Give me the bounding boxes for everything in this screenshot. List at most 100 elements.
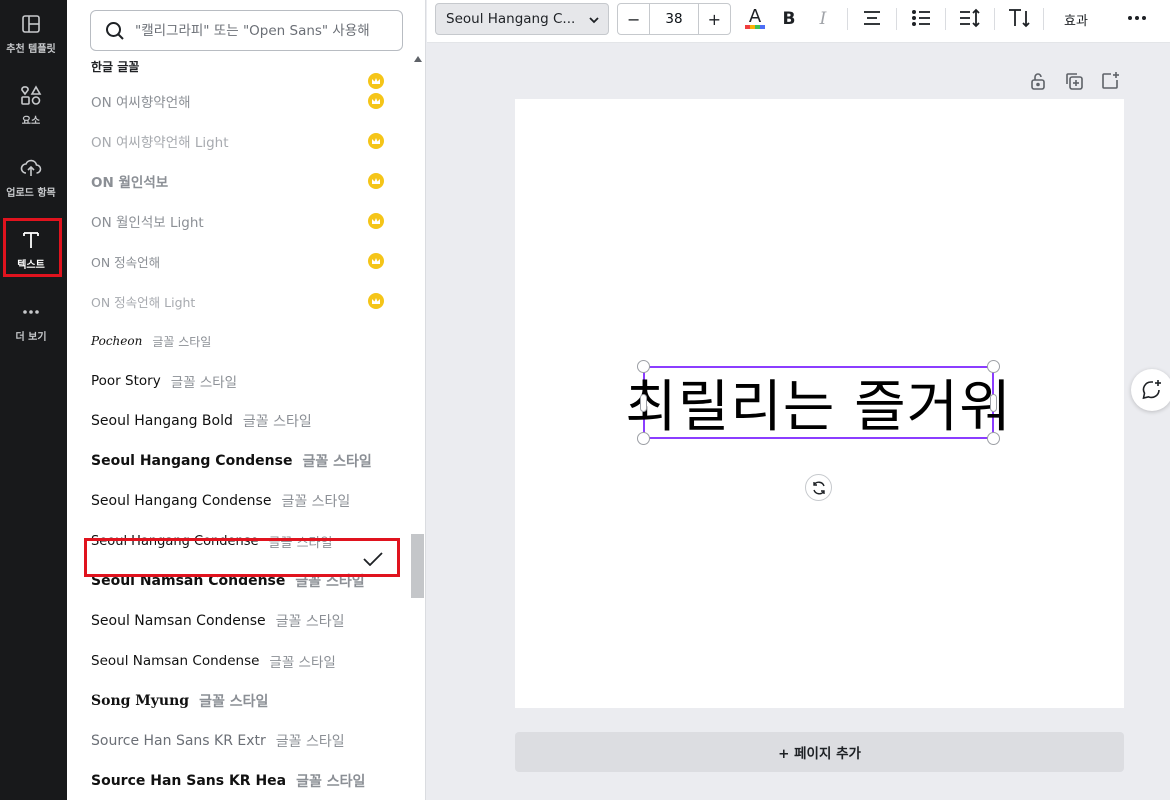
font-item-style-preview: 글꼴 스타일 xyxy=(170,375,238,391)
font-item[interactable]: Source Han Sans KR Hea 글꼴 스타일 xyxy=(91,762,391,800)
align-center-button[interactable] xyxy=(860,6,884,30)
crown-icon xyxy=(368,73,384,89)
bold-icon: B xyxy=(783,9,796,28)
toolbar-divider xyxy=(896,8,897,30)
spacing-button[interactable] xyxy=(958,6,982,30)
effects-button[interactable]: 효과 xyxy=(1064,10,1088,29)
comment-add-icon xyxy=(1142,380,1161,400)
text-color-icon: A xyxy=(745,6,765,29)
rail-item-label: 업로드 항목 xyxy=(6,188,56,199)
duplicate-page-icon[interactable] xyxy=(1064,71,1084,91)
font-item-name: ON 정속언해 Light xyxy=(91,294,196,310)
toolbar-divider xyxy=(945,8,946,30)
font-item-name: Seoul Hangang Condense xyxy=(91,493,272,509)
font-item[interactable]: ON 여씨향약언해 Light xyxy=(91,122,391,160)
font-item[interactable]: ON 정속언해 xyxy=(91,242,391,280)
resize-handle-top-right[interactable] xyxy=(987,360,1000,373)
rail-item-label: 요소 xyxy=(21,116,41,127)
font-item-name: Song Myung xyxy=(91,693,190,709)
font-item-name: Poor Story xyxy=(91,373,161,389)
font-item-name: ON 여씨향약언해 Light xyxy=(91,135,229,151)
font-item-style-preview: 글꼴 스타일 xyxy=(275,614,345,630)
search-icon xyxy=(106,21,124,40)
svg-text:A: A xyxy=(749,6,762,27)
font-item-name: ON 여씨향약언해 xyxy=(91,95,191,111)
resize-handle-right[interactable] xyxy=(990,394,997,412)
rail-item-label: 추천 템플릿 xyxy=(6,44,56,55)
font-item[interactable]: Seoul Namsan Condense 글꼴 스타일 xyxy=(91,642,391,680)
font-size-increase-button[interactable]: + xyxy=(699,4,730,34)
editor-toolbar: Seoul Hangang C... − 38 + A B I 효과 xyxy=(427,0,1170,43)
design-page[interactable]: 최릴리는 즐거워 xyxy=(515,99,1124,708)
bold-button[interactable]: B xyxy=(777,6,801,30)
lock-icon[interactable] xyxy=(1028,71,1048,91)
upload-icon xyxy=(19,156,43,180)
font-item[interactable]: ON 월인석보 Light xyxy=(91,202,391,240)
chevron-down-icon xyxy=(589,17,599,24)
font-size-decrease-button[interactable]: − xyxy=(618,4,649,34)
font-item-name: ON 정속언해 xyxy=(91,254,161,270)
rail-item-uploads[interactable]: 업로드 항목 xyxy=(0,148,62,210)
resize-handle-bottom-right[interactable] xyxy=(987,432,1000,445)
rail-item-templates[interactable]: 추천 템플릿 xyxy=(0,4,62,66)
font-list-scrollbar[interactable] xyxy=(410,52,425,800)
font-item-style-preview: 글꼴 스타일 xyxy=(302,454,372,470)
font-search-box[interactable] xyxy=(90,10,403,51)
add-comment-button[interactable] xyxy=(1131,369,1170,411)
font-list: ON 여씨향약언해 ON 여씨향약언해 Light ON 월인석보 ON 월인석보 L… xyxy=(67,0,410,800)
rail-item-more[interactable]: 더 보기 xyxy=(0,292,62,354)
font-item-name: Seoul Namsan Condense xyxy=(91,653,260,669)
rotate-handle[interactable] xyxy=(805,474,832,501)
font-item-style-preview: 글꼴 스타일 xyxy=(296,774,366,790)
font-size-value[interactable]: 38 xyxy=(649,4,699,34)
font-item[interactable]: Seoul Hangang Condense 글꼴 스타일 xyxy=(91,442,391,480)
selected-font-highlight xyxy=(84,538,400,577)
font-item[interactable]: ON 여씨향약언해 xyxy=(91,82,391,120)
text-resize-icon xyxy=(1009,9,1030,28)
add-page-icon[interactable] xyxy=(1100,71,1120,91)
font-item[interactable]: ON 정속언해 Light xyxy=(91,282,391,320)
rail-item-elements[interactable]: 요소 xyxy=(0,76,62,138)
resize-handle-left[interactable] xyxy=(640,394,647,412)
canvas-area: 최릴리는 즐거워 + 페이지 추가 xyxy=(427,43,1170,800)
font-item-name: ON 월인석보 xyxy=(91,175,169,191)
resize-handle-top-left[interactable] xyxy=(637,360,650,373)
canvas-text[interactable]: 최릴리는 즐거워 xyxy=(625,368,1010,440)
template-icon xyxy=(19,12,43,36)
font-search-input[interactable] xyxy=(135,22,395,39)
text-size-direction-button[interactable] xyxy=(1007,6,1031,30)
font-item[interactable]: Seoul Hangang Bold 글꼴 스타일 xyxy=(91,402,391,440)
font-item[interactable]: Source Han Sans KR Extr 글꼴 스타일 xyxy=(91,722,391,760)
add-page-button[interactable]: + 페이지 추가 xyxy=(515,732,1124,772)
italic-button[interactable]: I xyxy=(811,6,835,30)
bullet-list-icon xyxy=(912,10,930,26)
font-item[interactable]: Seoul Namsan Condense 글꼴 스타일 xyxy=(91,602,391,640)
font-size-stepper: − 38 + xyxy=(617,3,731,35)
font-item-name: ON 월인석보 Light xyxy=(91,215,204,231)
toolbar-divider xyxy=(1043,8,1044,30)
font-item-name: Source Han Sans KR Hea xyxy=(91,773,287,789)
text-color-button[interactable]: A xyxy=(743,6,767,30)
selected-text-box[interactable]: 최릴리는 즐거워 xyxy=(625,360,1011,445)
font-item-style-preview: 글꼴 스타일 xyxy=(281,494,351,510)
font-family-value: Seoul Hangang C... xyxy=(446,11,576,27)
font-item[interactable]: Poor Story 글꼴 스타일 xyxy=(91,362,391,400)
font-item-style-preview: 글꼴 스타일 xyxy=(152,334,212,349)
font-item[interactable]: Song Myung 글꼴 스타일 xyxy=(91,682,391,720)
more-options-button[interactable] xyxy=(1125,6,1149,30)
scroll-up-arrow-icon[interactable] xyxy=(414,56,422,62)
font-item-style-preview: 글꼴 스타일 xyxy=(275,734,345,750)
font-item[interactable]: ON 월인석보 xyxy=(91,162,391,200)
font-item-name: Pocheon xyxy=(91,334,143,348)
svg-text:I: I xyxy=(819,9,827,28)
bullet-list-button[interactable] xyxy=(909,6,933,30)
font-family-dropdown[interactable]: Seoul Hangang C... xyxy=(435,3,609,35)
resize-handle-bottom-left[interactable] xyxy=(637,432,650,445)
crown-icon xyxy=(368,253,384,269)
crown-icon xyxy=(368,173,384,189)
scroll-thumb[interactable] xyxy=(411,534,424,598)
font-item[interactable]: Seoul Hangang Condense 글꼴 스타일 xyxy=(91,482,391,520)
font-item[interactable]: Pocheon 글꼴 스타일 xyxy=(91,322,391,360)
rail-highlight-box xyxy=(3,218,62,277)
font-item-style-preview: 글꼴 스타일 xyxy=(242,414,312,430)
